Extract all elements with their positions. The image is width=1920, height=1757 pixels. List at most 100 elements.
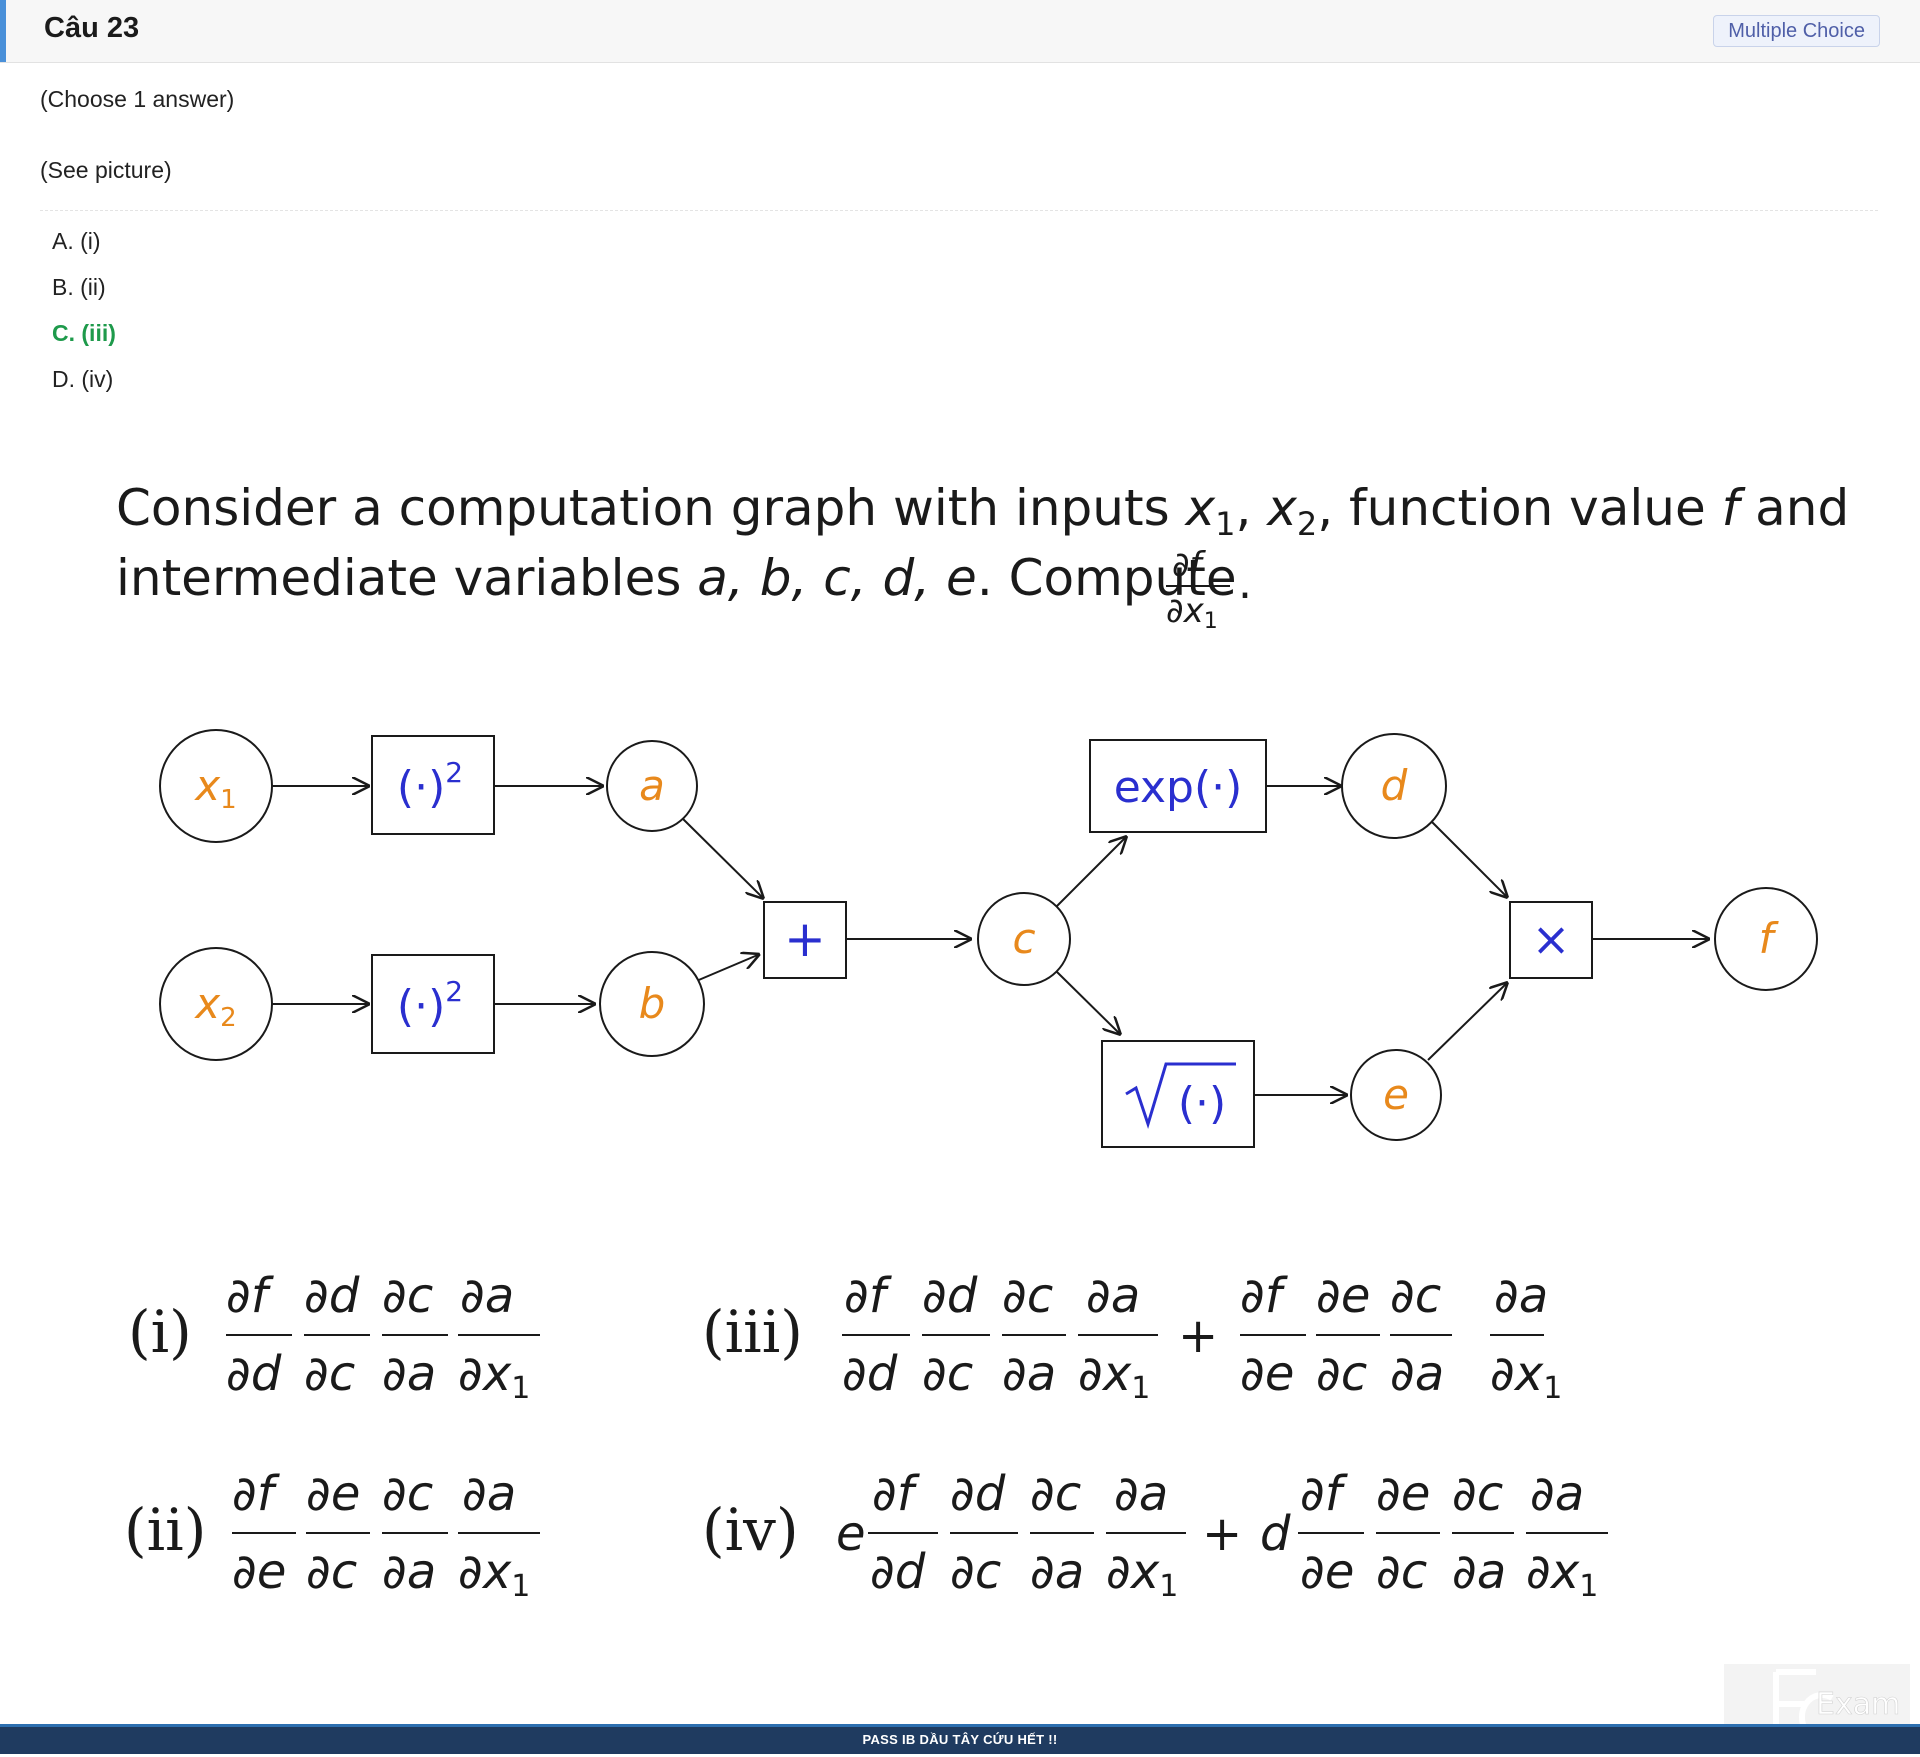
op-square-1: (·)2	[371, 735, 495, 835]
question-instruction: (Choose 1 answer)	[40, 86, 235, 112]
op-exp: exp(·)	[1089, 739, 1267, 833]
svg-text:Exam: Exam	[1816, 1687, 1900, 1722]
svg-text:b: b	[639, 979, 666, 1028]
svg-text:∂c: ∂c	[304, 1346, 355, 1402]
node-d: d	[1341, 733, 1447, 839]
svg-text:∂f: ∂f	[872, 1466, 920, 1522]
footer-text: PASS IB DẦU TÂY CỨU HẾT !!	[862, 1732, 1058, 1747]
question-header: Câu 23 Multiple Choice	[0, 0, 1920, 63]
svg-text:∂x1: ∂x1	[1526, 1544, 1598, 1604]
statement-line-2: intermediate variables a, b, c, d, e. Co…	[116, 549, 1237, 607]
svg-text:∂f: ∂f	[226, 1268, 274, 1324]
svg-text:∂e: ∂e	[1376, 1466, 1430, 1522]
statement-line-1: Consider a computation graph with inputs…	[116, 479, 1849, 543]
svg-text:∂e: ∂e	[1300, 1544, 1354, 1600]
node-a: a	[606, 740, 698, 832]
svg-text:∂d: ∂d	[842, 1346, 898, 1402]
svg-text:∂a: ∂a	[1530, 1466, 1584, 1522]
question-type-badge: Multiple Choice	[1713, 15, 1880, 47]
divider	[40, 210, 1878, 211]
svg-text:+: +	[784, 910, 826, 968]
svg-text:∂c: ∂c	[1390, 1268, 1441, 1324]
svg-text:∂d: ∂d	[304, 1268, 360, 1324]
svg-text:+: +	[1202, 1506, 1242, 1562]
svg-text:∂c: ∂c	[1316, 1346, 1367, 1402]
svg-text:a: a	[639, 761, 665, 810]
svg-text:∂e: ∂e	[1316, 1268, 1370, 1324]
question-figure: Consider a computation graph with inputs…	[0, 440, 1920, 1620]
svg-text:∂a: ∂a	[1494, 1268, 1548, 1324]
svg-text:∂a: ∂a	[382, 1544, 436, 1600]
formula-label-iii: (iii)	[702, 1298, 803, 1366]
svg-text:∂c: ∂c	[306, 1544, 357, 1600]
svg-text:∂x1: ∂x1	[1106, 1544, 1178, 1604]
question-prompt: (See picture)	[40, 157, 172, 183]
svg-text:∂c: ∂c	[950, 1544, 1001, 1600]
svg-text:∂c: ∂c	[1002, 1268, 1053, 1324]
svg-text:.: .	[1238, 558, 1252, 609]
svg-text:∂c: ∂c	[1452, 1466, 1503, 1522]
svg-text:∂f: ∂f	[1240, 1268, 1288, 1324]
option-a[interactable]: A. (i)	[52, 226, 116, 272]
svg-text:∂a: ∂a	[1390, 1346, 1444, 1402]
op-times: ×	[1509, 901, 1593, 979]
formula-labels: (i) (ii) (iii) (iv)	[124, 1298, 803, 1564]
svg-text:∂a: ∂a	[1002, 1346, 1056, 1402]
svg-text:∂d: ∂d	[950, 1466, 1006, 1522]
svg-text:e: e	[836, 1506, 866, 1562]
svg-text:∂f: ∂f	[1172, 545, 1207, 585]
op-plus: +	[763, 901, 847, 979]
svg-text:∂c: ∂c	[382, 1268, 433, 1324]
formula-iv: e ∂f ∂d ∂d ∂c ∂c ∂a ∂a ∂x1 + d ∂f ∂e ∂e ∂c ∂c ∂…	[836, 1466, 1598, 1604]
op-square-2: (·)2	[371, 954, 495, 1054]
svg-text:∂c: ∂c	[382, 1466, 433, 1522]
formula-label-ii: (ii)	[124, 1496, 206, 1564]
node-f: f	[1714, 887, 1818, 991]
svg-text:∂d: ∂d	[922, 1268, 978, 1324]
svg-text:∂c: ∂c	[1376, 1544, 1427, 1600]
svg-text:(·): (·)	[1178, 1078, 1226, 1129]
svg-text:∂a: ∂a	[1086, 1268, 1140, 1324]
svg-text:∂f: ∂f	[844, 1268, 892, 1324]
option-b[interactable]: B. (ii)	[52, 272, 116, 318]
svg-text:d: d	[1381, 761, 1408, 810]
svg-text:∂a: ∂a	[1114, 1466, 1168, 1522]
svg-text:∂a: ∂a	[1452, 1544, 1506, 1600]
svg-text:∂c: ∂c	[922, 1346, 973, 1402]
svg-text:∂a: ∂a	[1030, 1544, 1084, 1600]
svg-text:∂x1: ∂x1	[1490, 1346, 1562, 1406]
svg-text:exp(·): exp(·)	[1114, 762, 1243, 813]
svg-text:∂a: ∂a	[460, 1268, 514, 1324]
op-sqrt: (·)	[1101, 1040, 1255, 1148]
svg-text:∂x1: ∂x1	[1078, 1346, 1150, 1406]
svg-text:∂f: ∂f	[232, 1466, 280, 1522]
svg-text:∂f: ∂f	[1300, 1466, 1348, 1522]
formula-iii: ∂f ∂d ∂d ∂c ∂c ∂a ∂a ∂x1 + ∂f ∂e ∂e ∂c ∂c ∂a ∂a…	[842, 1268, 1562, 1406]
node-x2: x2	[159, 947, 273, 1061]
answer-options: A. (i) B. (ii) C. (iii) D. (iv)	[52, 226, 116, 410]
svg-text:d: d	[1260, 1506, 1291, 1562]
option-d[interactable]: D. (iv)	[52, 364, 116, 410]
svg-text:∂e: ∂e	[306, 1466, 360, 1522]
svg-text:∂a: ∂a	[382, 1346, 436, 1402]
svg-text:∂d: ∂d	[870, 1544, 926, 1600]
svg-text:∂a: ∂a	[462, 1466, 516, 1522]
node-c: c	[977, 892, 1071, 986]
formula-ii: ∂f ∂e ∂e ∂c ∂c ∂a ∂a ∂x1	[232, 1466, 530, 1604]
svg-text:∂d: ∂d	[226, 1346, 282, 1402]
svg-text:∂e: ∂e	[232, 1544, 286, 1600]
svg-text:+: +	[1178, 1308, 1218, 1364]
node-x1: x1	[159, 729, 273, 843]
header-accent-bar	[0, 0, 6, 62]
node-e: e	[1350, 1049, 1442, 1141]
node-b: b	[599, 951, 705, 1057]
svg-text:∂x1: ∂x1	[458, 1544, 530, 1604]
formula-label-i: (i)	[128, 1298, 192, 1366]
computation-graph-image: Consider a computation graph with inputs…	[116, 479, 1849, 1604]
svg-text:∂e: ∂e	[1240, 1346, 1294, 1402]
option-c[interactable]: C. (iii)	[52, 318, 116, 364]
svg-text:∂x1: ∂x1	[458, 1346, 530, 1406]
svg-text:×: ×	[1532, 912, 1571, 966]
footer-banner: PASS IB DẦU TÂY CỨU HẾT !!	[0, 1724, 1920, 1754]
formula-i: ∂f ∂d ∂d ∂c ∂c ∂a ∂a ∂x1	[226, 1268, 530, 1406]
